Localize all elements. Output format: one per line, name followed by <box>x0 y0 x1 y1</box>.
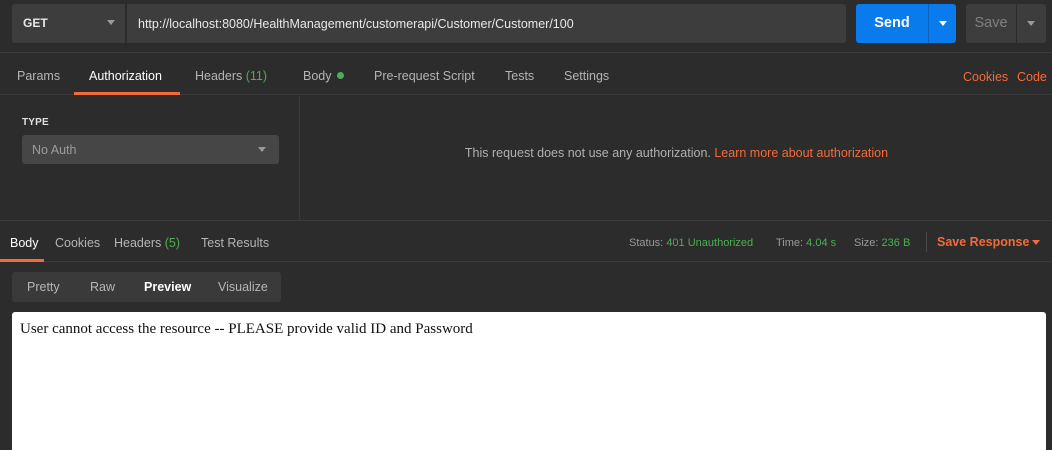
size-meta: Size: 236 B <box>854 221 910 263</box>
auth-message-text: This request does not use any authorizat… <box>464 146 711 160</box>
auth-type-label: TYPE <box>22 117 49 128</box>
chevron-down-icon <box>258 147 266 152</box>
tab-pre-request-script[interactable]: Pre-request Script <box>374 54 475 95</box>
tab-label: Headers <box>195 69 243 83</box>
chevron-down-icon[interactable] <box>1032 240 1040 245</box>
save-button[interactable]: Save <box>966 4 1046 43</box>
send-label: Send <box>874 15 910 31</box>
tab-label: Cookies <box>55 236 101 250</box>
tab-params[interactable]: Params <box>17 54 60 95</box>
tab-tests[interactable]: Tests <box>505 54 534 95</box>
code-link[interactable]: Code <box>1017 54 1047 95</box>
chevron-down-icon <box>107 20 115 25</box>
time-label: Time: <box>776 237 804 249</box>
status-label: Status: <box>629 237 664 249</box>
tab-label: Params <box>17 69 61 83</box>
response-tab-test-results[interactable]: Test Results <box>201 221 269 263</box>
size-value[interactable]: 236 B <box>882 237 911 249</box>
chevron-down-icon <box>939 21 947 26</box>
save-label: Save <box>974 15 1008 31</box>
auth-type-select[interactable]: No Auth <box>22 135 279 164</box>
active-response-tab-indicator <box>0 259 44 262</box>
auth-type-value: No Auth <box>32 143 77 157</box>
response-tab-headers[interactable]: Headers (5) <box>114 221 180 263</box>
response-bar: Body Cookies Headers (5) Test Results St… <box>0 220 1052 262</box>
send-options-button[interactable] <box>928 4 956 43</box>
status-dot-icon <box>336 72 344 79</box>
tab-label: Settings <box>564 69 610 83</box>
tab-label: Headers <box>114 236 162 250</box>
cookies-link[interactable]: Cookies <box>963 54 1008 95</box>
response-tab-cookies[interactable]: Cookies <box>55 221 100 263</box>
send-button[interactable]: Send <box>856 4 956 43</box>
tab-authorization[interactable]: Authorization <box>89 54 162 95</box>
view-mode-visualize[interactable]: Visualize <box>218 272 268 302</box>
time-value[interactable]: 4.04 s <box>806 237 836 249</box>
view-mode-preview[interactable]: Preview <box>144 272 191 302</box>
auth-info-panel: This request does not use any authorizat… <box>301 96 1052 220</box>
url-input[interactable] <box>127 4 846 43</box>
method-dropdown[interactable]: GET <box>12 4 126 43</box>
save-options-button[interactable] <box>1016 4 1046 43</box>
tab-label: Test Results <box>201 236 270 250</box>
view-mode-raw[interactable]: Raw <box>90 272 115 302</box>
method-label: GET <box>23 16 48 30</box>
tab-body[interactable]: Body <box>303 54 344 95</box>
tab-label: Tests <box>505 69 535 83</box>
status-value[interactable]: 401 Unauthorized <box>666 237 753 249</box>
response-tab-body[interactable]: Body <box>10 221 39 263</box>
tab-headers[interactable]: Headers (11) <box>195 54 267 95</box>
auth-message: This request does not use any authorizat… <box>301 146 1052 160</box>
divider <box>926 232 927 252</box>
tab-label: Body <box>10 236 39 250</box>
view-mode-pretty[interactable]: Pretty <box>27 272 60 302</box>
request-tabs: Params Authorization Headers (11) Body P… <box>0 54 1052 95</box>
tab-label: Pre-request Script <box>374 69 475 83</box>
time-meta: Time: 4.04 s <box>776 221 836 263</box>
size-label: Size: <box>854 237 879 249</box>
response-preview-text: User cannot access the resource -- PLEAS… <box>20 321 473 337</box>
tab-label: Body <box>303 69 332 83</box>
view-mode-selector: Pretty Raw Preview Visualize <box>12 272 281 302</box>
learn-more-link[interactable]: Learn more about authorization <box>714 146 888 160</box>
tab-settings[interactable]: Settings <box>564 54 609 95</box>
tab-label: Authorization <box>89 69 162 83</box>
auth-type-panel: TYPE No Auth <box>0 96 300 220</box>
tab-count-badge: (11) <box>245 69 268 83</box>
tab-count-badge: (5) <box>164 236 181 250</box>
save-response-button[interactable]: Save Response <box>937 221 1029 263</box>
response-preview: User cannot access the resource -- PLEAS… <box>12 312 1046 450</box>
chevron-down-icon <box>1027 21 1035 26</box>
active-tab-indicator <box>74 92 180 95</box>
request-bar: GET Send Save <box>0 0 1052 53</box>
status-meta: Status: 401 Unauthorized <box>629 221 753 263</box>
